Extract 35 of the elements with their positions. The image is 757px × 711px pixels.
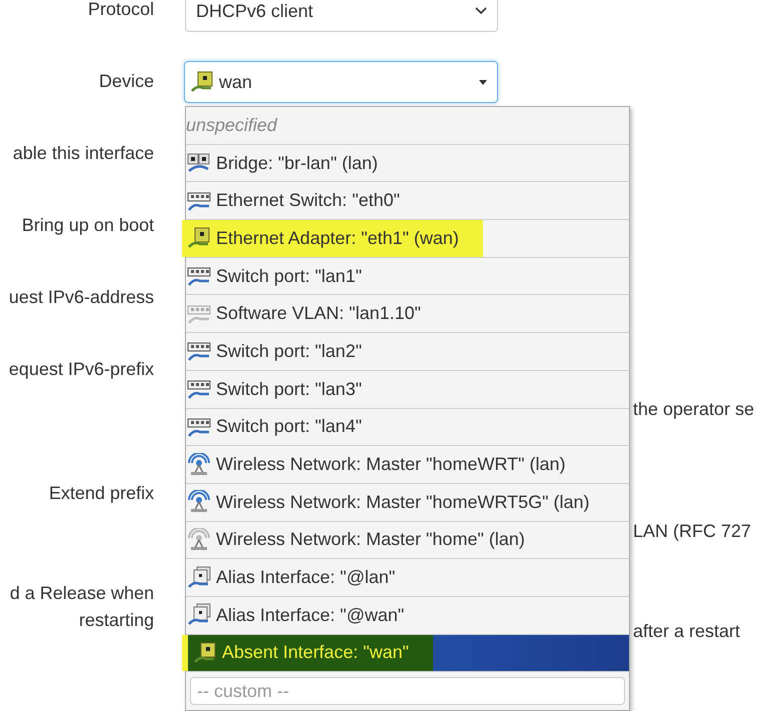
field-label: Bring up on boot bbox=[20, 214, 154, 237]
dropdown-option[interactable]: Wireless Network: Master "home" (lan) bbox=[186, 522, 629, 560]
dropdown-option[interactable]: Switch port: "lan4" bbox=[186, 408, 629, 446]
dropdown-option[interactable]: Alias Interface: "@lan" bbox=[186, 559, 629, 597]
wireless-icon bbox=[186, 528, 212, 552]
option-content: unspecified bbox=[185, 114, 278, 137]
wireless-icon bbox=[186, 490, 212, 514]
field-label: uest IPv6-address bbox=[8, 286, 154, 309]
field-description: the operator se bbox=[633, 399, 754, 419]
dropdown-option[interactable]: Software VLAN: "lan1.10" bbox=[186, 295, 629, 334]
marker-highlight: Absent Interface: "wan" bbox=[182, 634, 433, 672]
network-port-icon bbox=[189, 70, 215, 94]
protocol-select[interactable]: DHCPv6 client bbox=[185, 0, 498, 32]
field-label: Extend prefix bbox=[48, 482, 154, 505]
dropdown-option[interactable]: Switch port: "lan3" bbox=[186, 370, 629, 408]
network-port-icon bbox=[186, 226, 212, 250]
field-label: d a Release when restarting bbox=[8, 582, 154, 632]
dropdown-option[interactable]: Switch port: "lan1" bbox=[186, 258, 629, 296]
dropdown-option[interactable]: Bridge: "br-lan" (lan) bbox=[186, 144, 629, 182]
chevron-down-icon bbox=[475, 7, 487, 15]
caret-icon bbox=[479, 80, 487, 84]
field-label: Device bbox=[98, 70, 154, 93]
select-value: wan bbox=[219, 70, 252, 94]
network-port-icon bbox=[192, 640, 218, 665]
wireless-icon bbox=[186, 452, 212, 477]
field-label: able this interface bbox=[12, 142, 154, 165]
device-select[interactable]: wan bbox=[184, 61, 498, 103]
field-label: Protocol bbox=[86, 0, 154, 21]
dropdown-option[interactable]: Switch port: "lan2" bbox=[186, 333, 629, 371]
marker-highlight: Ethernet Adapter: "eth1" (wan) bbox=[182, 220, 483, 257]
field-label: equest IPv6-prefix bbox=[8, 358, 154, 381]
custom-input-field[interactable]: -- custom -- bbox=[190, 677, 625, 706]
dropdown-option[interactable]: Ethernet Adapter: "eth1" (wan) bbox=[186, 220, 629, 258]
field-description: LAN (RFC 727 bbox=[633, 521, 752, 541]
field-description: after a restart bbox=[633, 621, 740, 641]
